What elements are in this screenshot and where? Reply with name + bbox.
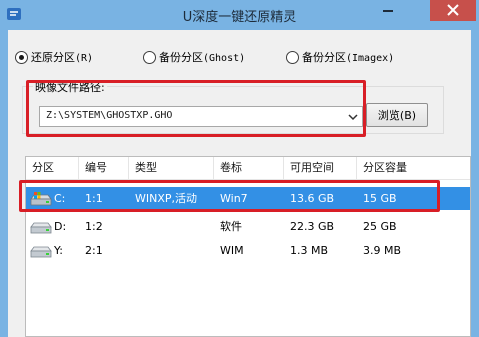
column-header-number[interactable]: 编号 [79,157,129,180]
table-row[interactable]: Y: 2:1 WIM 1.3 MB 3.9 MB [26,239,470,262]
cell-drive: D: [54,220,67,233]
radio-label: 还原分区(R) [31,51,94,64]
title-bar[interactable]: U深度一键还原精灵 [0,0,479,30]
radio-label: 备份分区(Ghost) [159,51,246,64]
window-frame-right [471,30,479,337]
radio-selected-dot [19,54,24,60]
table-row[interactable]: D: 1:2 软件 22.3 GB 25 GB [26,215,470,238]
cell-drive: Y: [54,244,63,257]
highlight-box-row [19,180,440,212]
radio-indicator[interactable] [286,50,299,64]
radio-label: 备份分区(Imagex) [302,51,395,64]
window-frame-left [0,30,8,337]
column-header-partition[interactable]: 分区 [26,157,79,180]
radio-backup-imagex[interactable]: 备份分区(Imagex) [286,49,394,65]
cell-type [129,239,135,262]
cell-capacity: 3.9 MB [363,244,402,257]
radio-backup-ghost[interactable]: 备份分区(Ghost) [143,49,245,65]
cell-label: WIM [220,244,244,257]
cell-label: 软件 [220,220,242,233]
column-header-type[interactable]: 类型 [129,157,214,180]
window-title: U深度一键还原精灵 [182,10,297,25]
cell-type [129,215,135,238]
cell-free-space: 1.3 MB [290,244,329,257]
browse-button[interactable]: 浏览(B) [366,103,428,127]
radio-restore-partition[interactable]: 还原分区(R) [15,49,93,65]
radio-indicator[interactable] [15,50,28,64]
cell-number: 1:2 [85,220,103,233]
column-header-capacity[interactable]: 分区容量 [357,157,470,180]
highlight-box-path [26,80,366,137]
minimize-button[interactable] [375,0,401,20]
column-header-label[interactable]: 卷标 [214,157,284,180]
cell-number: 2:1 [85,244,103,257]
radio-indicator[interactable] [143,50,156,64]
column-header-free-space[interactable]: 可用空间 [284,157,357,180]
close-button[interactable] [430,0,476,21]
cell-free-space: 22.3 GB [290,220,335,233]
app-window: U深度一键还原精灵 还原分区(R) 备份分区(Ghost) 备份分区(Image… [0,0,479,337]
cell-capacity: 25 GB [363,220,397,233]
